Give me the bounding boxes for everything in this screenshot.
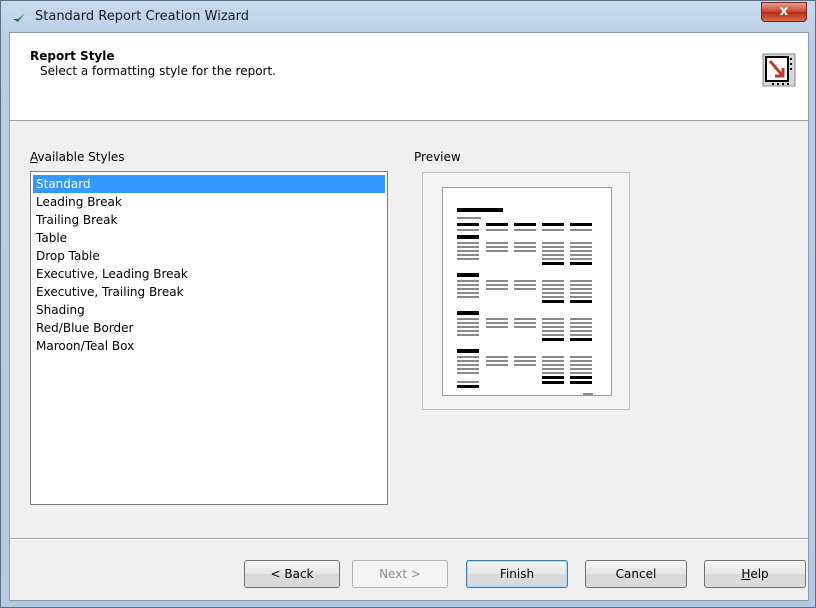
- preview-pane: [422, 172, 630, 410]
- next-button[interactable]: Next >: [352, 560, 448, 588]
- cancel-button[interactable]: Cancel: [585, 560, 687, 588]
- button-divider: [10, 538, 808, 540]
- style-list-item[interactable]: Standard: [33, 175, 385, 193]
- style-list-item[interactable]: Executive, Leading Break: [33, 265, 385, 283]
- wizard-app-icon: [13, 13, 25, 22]
- style-list-item[interactable]: Maroon/Teal Box: [33, 337, 385, 355]
- available-styles-list[interactable]: Standard Leading Break Trailing Break Table…: [30, 171, 388, 505]
- report-preview-thumbnail: [442, 187, 612, 396]
- style-list-item[interactable]: Table: [33, 229, 385, 247]
- style-list-item[interactable]: Drop Table: [33, 247, 385, 265]
- wizard-client-area: Report Style Select a formatting style f…: [9, 32, 809, 601]
- style-list-item[interactable]: Red/Blue Border: [33, 319, 385, 337]
- back-button[interactable]: < Back: [244, 560, 340, 588]
- help-button[interactable]: Help: [704, 560, 806, 588]
- close-button[interactable]: x: [761, 2, 807, 22]
- wizard-header: Report Style Select a formatting style f…: [10, 33, 808, 121]
- available-styles-label: Available Styles: [30, 150, 125, 164]
- page-title: Report Style: [30, 49, 115, 63]
- page-subtitle: Select a formatting style for the report…: [40, 64, 276, 78]
- report-wizard-icon: [762, 53, 796, 87]
- style-list-item[interactable]: Shading: [33, 301, 385, 319]
- preview-label: Preview: [414, 150, 461, 164]
- style-list-item[interactable]: Executive, Trailing Break: [33, 283, 385, 301]
- window-title: Standard Report Creation Wizard: [35, 9, 249, 24]
- finish-button[interactable]: Finish: [466, 560, 568, 588]
- style-list-item[interactable]: Leading Break: [33, 193, 385, 211]
- wizard-window: Standard Report Creation Wizard x Report…: [0, 0, 816, 608]
- report-layout-diagram: [457, 208, 593, 395]
- style-list-item[interactable]: Trailing Break: [33, 211, 385, 229]
- title-bar[interactable]: Standard Report Creation Wizard x: [1, 1, 815, 33]
